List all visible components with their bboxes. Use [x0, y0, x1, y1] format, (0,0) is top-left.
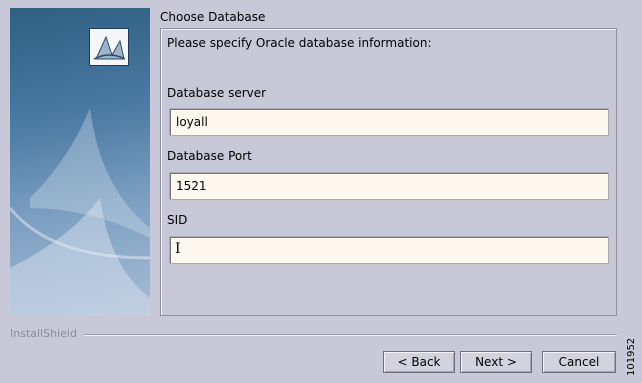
- database-server-label: Database server: [167, 86, 267, 100]
- footer-divider: [84, 334, 617, 336]
- cancel-button[interactable]: Cancel: [542, 351, 616, 373]
- installshield-label: InstallShield: [10, 327, 77, 340]
- database-server-input[interactable]: [170, 109, 608, 135]
- database-panel: Please specify Oracle database informati…: [160, 28, 617, 316]
- database-port-label: Database Port: [167, 149, 252, 163]
- sid-input[interactable]: [170, 237, 608, 263]
- tent-logo-icon: [89, 28, 129, 66]
- sid-field[interactable]: I: [169, 236, 609, 264]
- database-port-input[interactable]: [170, 173, 608, 199]
- page-title: Choose Database: [160, 10, 266, 24]
- side-banner: [10, 8, 150, 316]
- figure-number: 101952: [626, 337, 637, 377]
- tent-graphic: [10, 108, 150, 316]
- database-port-field[interactable]: [169, 172, 609, 200]
- instruction-text: Please specify Oracle database informati…: [167, 36, 432, 50]
- sid-label: SID: [167, 213, 188, 227]
- database-server-field[interactable]: [169, 108, 609, 136]
- back-button[interactable]: < Back: [383, 351, 455, 373]
- next-button[interactable]: Next >: [460, 351, 532, 373]
